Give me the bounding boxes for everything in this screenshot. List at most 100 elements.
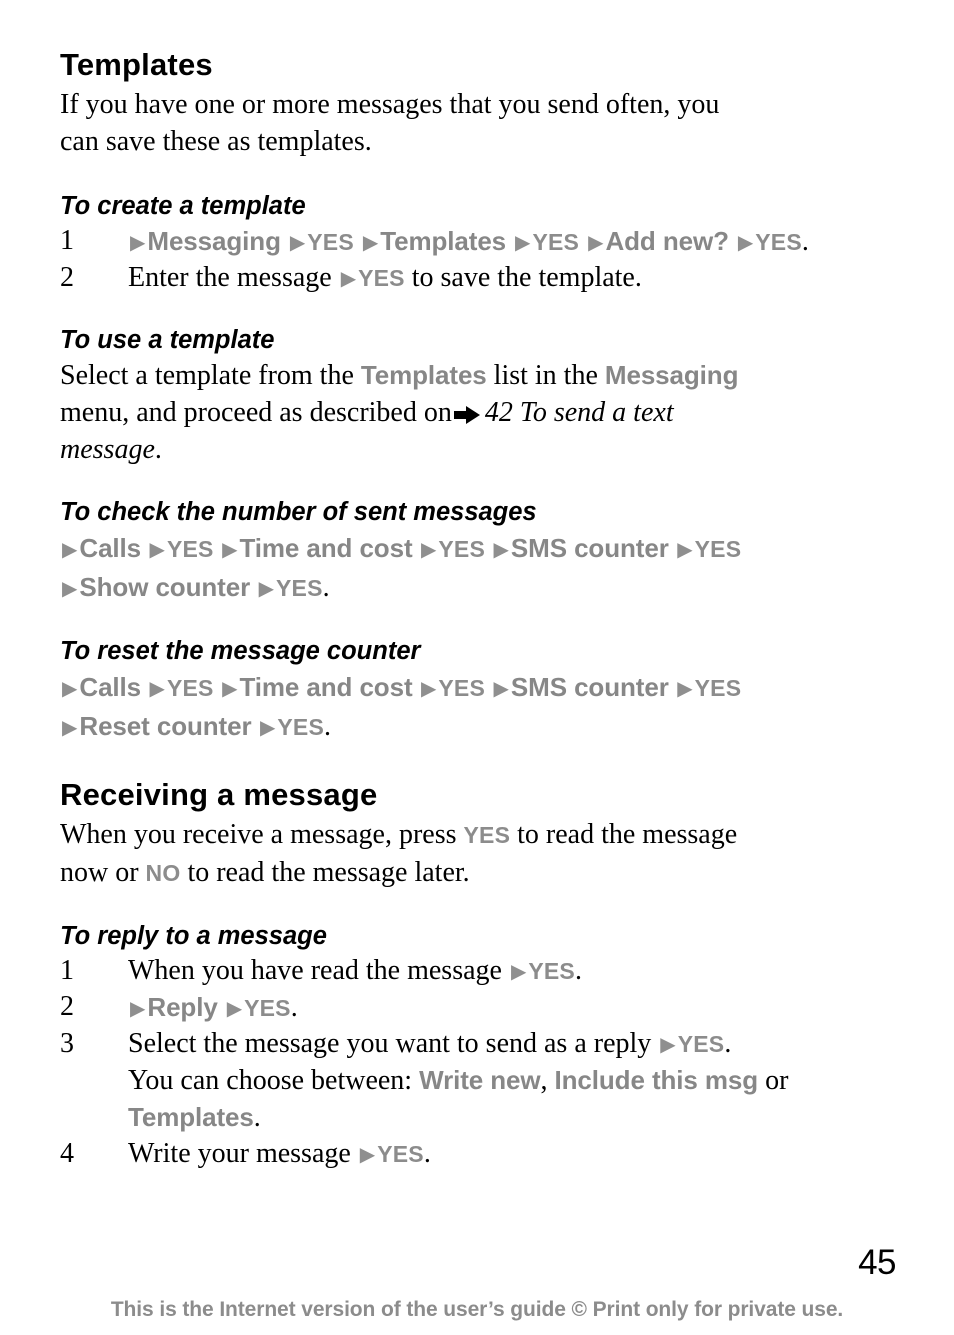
nav-triangle-icon: ▶ (493, 675, 509, 700)
ui-key-yes: YES (694, 536, 742, 562)
nav-triangle-icon: ▶ (421, 675, 437, 700)
nav-triangle-icon: ▶ (493, 536, 509, 561)
nav-triangle-icon: ▶ (62, 536, 78, 561)
page-number: 45 (858, 1243, 896, 1282)
nav-triangle-icon: ▶ (62, 714, 78, 739)
list-number: 3 (60, 1028, 74, 1059)
ui-key-templates: Templates (128, 1102, 254, 1132)
ui-key-templates: Templates (360, 360, 487, 390)
subheading-use-template: To use a template (60, 326, 275, 354)
subheading-check-counter: To check the number of sent messages (60, 498, 537, 526)
ui-key-reply: Reply (147, 992, 218, 1022)
receiving-line1-b: to read the message (517, 819, 738, 850)
ui-key-show-counter: Show counter (79, 572, 251, 602)
ui-key-sms-counter: SMS counter (510, 533, 669, 563)
step-text-after: to save the template. (411, 262, 642, 293)
nav-triangle-icon: ▶ (226, 995, 243, 1020)
list-item: 2 ▶Reply ▶YES. (60, 989, 890, 1026)
nav-triangle-icon: ▶ (258, 575, 274, 600)
list-number: 4 (60, 1138, 74, 1169)
footer-notice: This is the Internet version of the user… (110, 1298, 844, 1321)
subheading-reply: To reply to a message (60, 922, 327, 950)
ui-key-yes: YES (358, 265, 405, 291)
nav-triangle-icon: ▶ (289, 229, 306, 254)
reset-counter-path-line1: ▶Calls ▶YES ▶Time and cost ▶YES ▶SMS cou… (60, 668, 890, 707)
ui-key-yes: YES (532, 229, 580, 255)
use-template-line1-b: list in the (493, 360, 598, 391)
nav-triangle-icon: ▶ (222, 536, 238, 561)
use-template-line1-a: Select a template from the (60, 360, 354, 391)
section-heading-templates: Templates (60, 47, 213, 82)
list-body: ▶Messaging ▶YES ▶Templates ▶YES ▶Add new… (128, 223, 890, 260)
period: . (423, 1138, 431, 1169)
list-number: 2 (60, 262, 74, 293)
period: . (322, 572, 330, 603)
list-number: 1 (60, 955, 74, 986)
nav-triangle-icon: ▶ (259, 714, 276, 739)
ui-key-messaging: Messaging (604, 360, 739, 390)
ui-key-yes: YES (166, 536, 214, 562)
nav-triangle-icon: ▶ (677, 675, 693, 700)
ui-key-calls: Calls (79, 533, 142, 563)
ui-key-yes: YES (677, 1031, 725, 1057)
step-text-before: Enter the message (128, 262, 332, 293)
ui-key-yes: YES (277, 714, 324, 740)
ui-key-add-new: Add new? (605, 226, 729, 256)
period: . (574, 955, 582, 986)
list-body: Select the message you want to send as a… (128, 1026, 890, 1136)
list-body: ▶Reply ▶YES. (128, 989, 890, 1026)
list-number: 1 (60, 225, 74, 256)
period: . (290, 992, 298, 1023)
crossref-arrow-icon (453, 406, 480, 424)
ui-key-yes: YES (275, 575, 323, 601)
nav-triangle-icon: ▶ (149, 675, 165, 700)
ui-key-time-and-cost: Time and cost (239, 672, 413, 702)
nav-triangle-icon: ▶ (62, 575, 78, 600)
subheading-create-template: To create a template (60, 192, 306, 220)
nav-triangle-icon: ▶ (421, 536, 437, 561)
comma: , (540, 1065, 548, 1096)
period: . (724, 1028, 732, 1059)
ui-key-include-this-msg: Include this msg (554, 1065, 759, 1095)
ui-key-yes: YES (755, 229, 802, 255)
ui-key-yes: YES (528, 958, 575, 984)
crossref-page: 42 (484, 397, 513, 428)
nav-triangle-icon: ▶ (149, 536, 165, 561)
nav-triangle-icon: ▶ (130, 995, 146, 1020)
templates-intro-line2: can save these as templates. (60, 126, 372, 157)
ui-key-yes: YES (244, 995, 291, 1021)
step-text: Write your message (128, 1138, 351, 1169)
ui-key-reset-counter: Reset counter (79, 711, 252, 741)
receiving-line1-a: When you receive a message, press (60, 819, 457, 850)
nav-triangle-icon: ▶ (359, 1141, 376, 1166)
period: . (801, 226, 809, 257)
nav-triangle-icon: ▶ (130, 229, 146, 254)
receiving-line2-a: now or (60, 857, 139, 888)
step3-line2-text: You can choose between: (128, 1065, 413, 1096)
ui-key-yes: YES (377, 1141, 424, 1167)
ui-key-yes: YES (694, 675, 742, 701)
ui-key-templates: Templates (380, 226, 507, 256)
ui-key-yes: YES (438, 536, 486, 562)
period: . (324, 711, 331, 742)
section-heading-receiving: Receiving a message (60, 777, 378, 812)
period: . (253, 1102, 261, 1133)
ui-key-messaging: Messaging (147, 226, 281, 256)
ui-key-no: NO (145, 860, 181, 886)
crossref-title-cont: message (60, 434, 155, 465)
ui-key-calls: Calls (79, 672, 142, 702)
subheading-reset-counter: To reset the message counter (60, 637, 421, 665)
list-item: 2 Enter the message ▶YES to save the tem… (60, 260, 890, 296)
ui-key-yes: YES (166, 675, 214, 701)
ui-key-time-and-cost: Time and cost (239, 533, 413, 563)
list-body: When you have read the message ▶YES. (128, 953, 890, 989)
nav-triangle-icon: ▶ (62, 675, 78, 700)
ui-key-sms-counter: SMS counter (510, 672, 669, 702)
use-template-body: Select a template from the Templates lis… (60, 357, 890, 468)
list-item: 1 When you have read the message ▶YES. (60, 953, 890, 989)
crossref-title: To send a text (519, 397, 674, 428)
